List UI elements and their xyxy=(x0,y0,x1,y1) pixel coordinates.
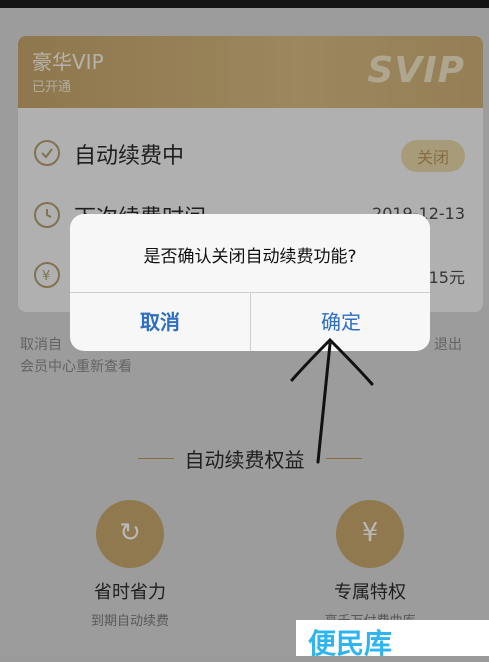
watermark: 便民库 xyxy=(296,620,489,660)
confirm-button[interactable]: 确定 xyxy=(251,293,430,351)
cancel-button[interactable]: 取消 xyxy=(70,293,250,351)
watermark-text: 便民库 xyxy=(308,627,393,660)
confirm-dialog: 是否确认关闭自动续费功能? 取消 确定 xyxy=(70,214,430,351)
dialog-message: 是否确认关闭自动续费功能? xyxy=(143,247,357,267)
